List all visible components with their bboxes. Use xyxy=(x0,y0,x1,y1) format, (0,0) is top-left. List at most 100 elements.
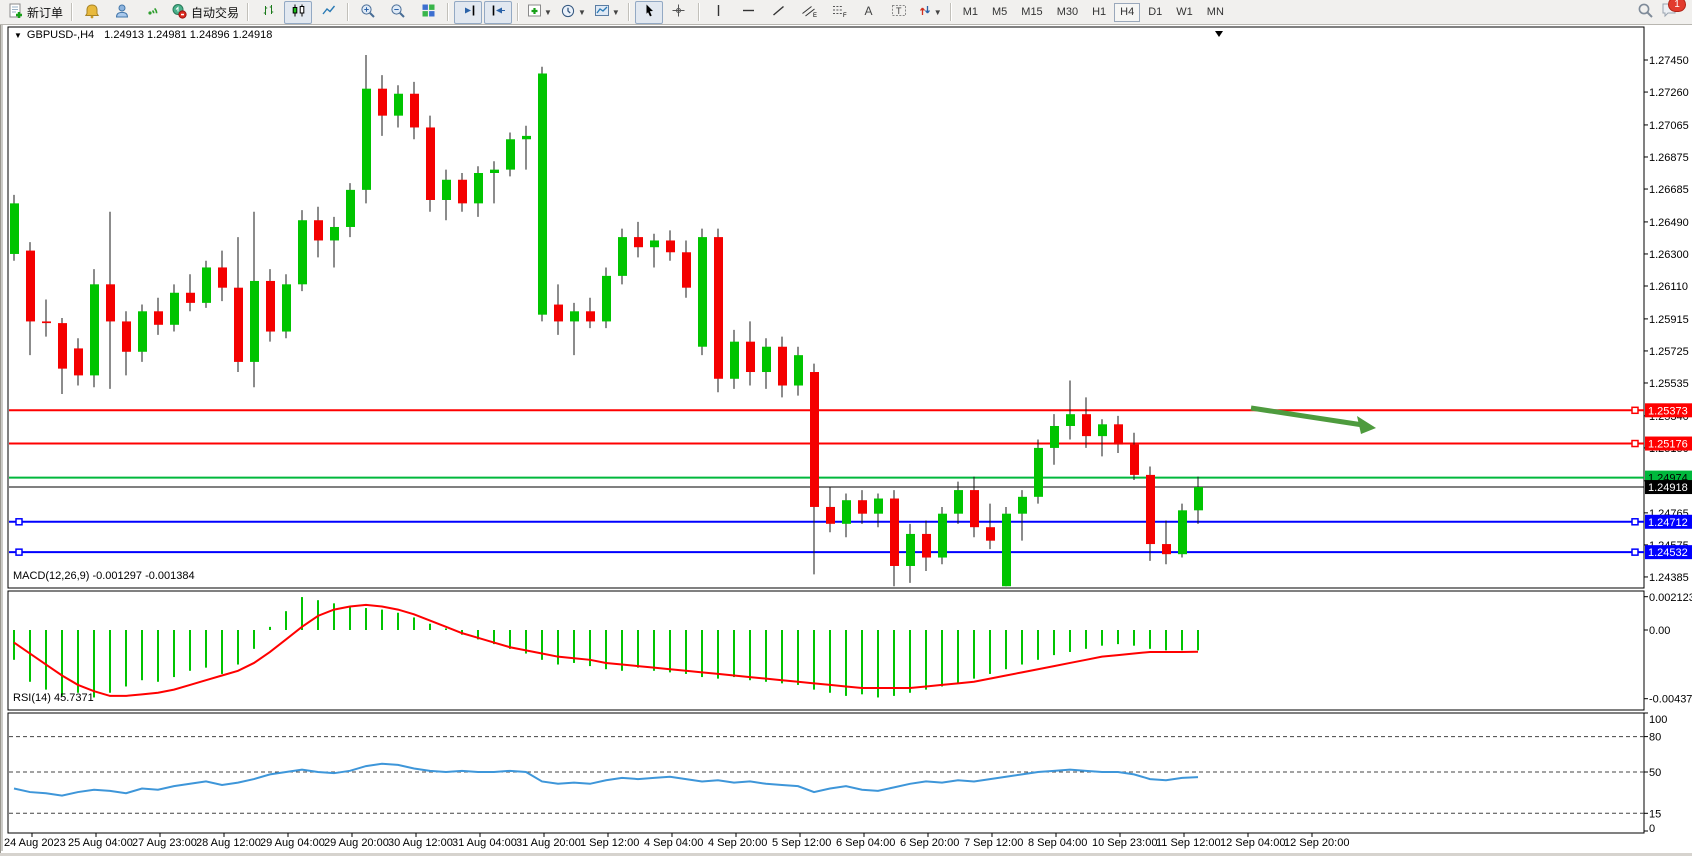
periods-button[interactable]: ▼ xyxy=(557,1,589,24)
line-handle[interactable] xyxy=(1632,441,1638,447)
candle-body xyxy=(730,342,739,379)
timeframe-m30[interactable]: M30 xyxy=(1051,3,1084,22)
candle-body xyxy=(1194,487,1203,510)
macd-axis-label: 0.00 xyxy=(1649,625,1670,637)
line-handle[interactable] xyxy=(16,549,22,555)
crosshair-button[interactable] xyxy=(665,1,693,24)
candle-body xyxy=(858,500,867,513)
macd-panel[interactable] xyxy=(8,591,1644,710)
trendline-button[interactable] xyxy=(765,1,793,24)
candle-body xyxy=(842,500,851,524)
chart-shift-button[interactable] xyxy=(484,1,512,24)
timeframe-d1[interactable]: D1 xyxy=(1142,3,1168,22)
candle-body xyxy=(26,251,35,322)
symbol-dropdown-icon[interactable]: ▼ xyxy=(14,31,22,40)
candle-body xyxy=(490,170,499,173)
cursor-button[interactable] xyxy=(635,1,663,24)
line-handle[interactable] xyxy=(1632,549,1638,555)
chart-canvas[interactable]: 1.274501.272601.270651.268751.266851.264… xyxy=(1,25,1692,853)
candle-body xyxy=(426,127,435,200)
date-axis-label: 10 Sep 23:00 xyxy=(1092,837,1157,849)
person-cloud-icon xyxy=(114,3,130,22)
vertical-line-button[interactable] xyxy=(705,1,733,24)
new-order-button[interactable]: 新订单 xyxy=(5,1,66,24)
candle-body xyxy=(474,173,483,203)
tile-windows-button[interactable] xyxy=(414,1,442,24)
notification-badge: 1 xyxy=(1668,0,1686,12)
svg-text:T: T xyxy=(896,6,902,16)
chart-title: ▼ GBPUSD-,H4 1.24913 1.24981 1.24896 1.2… xyxy=(14,29,272,41)
candle-body xyxy=(1082,414,1091,436)
candle-body xyxy=(122,321,131,351)
candle-body xyxy=(90,284,99,375)
date-axis-label: 29 Aug 04:00 xyxy=(260,837,325,849)
candle-body xyxy=(314,220,323,240)
line-handle[interactable] xyxy=(1632,407,1638,413)
date-axis-label: 8 Sep 04:00 xyxy=(1028,837,1087,849)
candlestick-chart-button[interactable] xyxy=(284,1,312,24)
template-icon xyxy=(594,3,610,21)
price-axis-label: 1.26875 xyxy=(1649,152,1689,164)
candle-body xyxy=(890,499,899,566)
candle-body xyxy=(586,311,595,321)
candle-body xyxy=(634,237,643,247)
date-axis-label: 11 Sep 12:00 xyxy=(1156,837,1221,849)
svg-text:A: A xyxy=(865,4,873,18)
timeframe-h4[interactable]: H4 xyxy=(1114,3,1140,22)
date-axis-label: 5 Sep 12:00 xyxy=(772,837,831,849)
bar-chart-button[interactable] xyxy=(254,1,282,24)
auto-scroll-button[interactable] xyxy=(454,1,482,24)
rsi-panel[interactable] xyxy=(8,713,1644,833)
horizontal-line-button[interactable] xyxy=(735,1,763,24)
price-axis-label: 1.26685 xyxy=(1649,184,1689,196)
notifications-button[interactable]: 1 xyxy=(1660,1,1678,23)
candle-body xyxy=(970,490,979,527)
arrows-tool-button[interactable]: ▼ xyxy=(915,1,945,24)
chart-shift-icon xyxy=(491,3,506,21)
text-label-icon: T xyxy=(891,3,907,21)
candle-body xyxy=(74,348,83,375)
indicators-button[interactable]: ▼ xyxy=(524,1,555,24)
price-axis-label: 1.26110 xyxy=(1649,281,1688,293)
templates-button[interactable]: ▼ xyxy=(591,1,623,24)
fibonacci-button[interactable]: F xyxy=(825,1,853,24)
autotrading-button[interactable]: 自动交易 xyxy=(168,1,242,24)
chevron-down-icon: ▼ xyxy=(934,8,942,17)
vertical-line-icon xyxy=(712,3,725,21)
zoom-in-button[interactable] xyxy=(354,1,382,24)
search-button[interactable] xyxy=(1631,1,1659,24)
timeframe-m1[interactable]: M1 xyxy=(957,3,984,22)
price-axis-label: 1.27260 xyxy=(1649,87,1689,99)
candle-body xyxy=(1162,544,1171,554)
price-badge-1.25373: 1.25373 xyxy=(1648,405,1688,417)
zoom-out-button[interactable] xyxy=(384,1,412,24)
timeframe-mn[interactable]: MN xyxy=(1201,3,1230,22)
date-axis-label: 4 Sep 04:00 xyxy=(644,837,703,849)
candle-body xyxy=(602,276,611,322)
line-handle[interactable] xyxy=(1632,519,1638,525)
timeframe-m5[interactable]: M5 xyxy=(986,3,1013,22)
line-handle[interactable] xyxy=(16,519,22,525)
timeframe-h1[interactable]: H1 xyxy=(1086,3,1112,22)
chart-window[interactable]: 1.274501.272601.270651.268751.266851.264… xyxy=(0,25,1692,853)
community-button[interactable] xyxy=(108,1,136,24)
equidistant-channel-button[interactable]: E xyxy=(795,1,823,24)
text-label-button[interactable]: T xyxy=(885,1,913,24)
autotrading-icon xyxy=(171,3,188,22)
timeframe-m15[interactable]: M15 xyxy=(1015,3,1048,22)
timeframe-w1[interactable]: W1 xyxy=(1170,3,1199,22)
price-axis-label: 1.27065 xyxy=(1649,120,1689,132)
candle-body xyxy=(650,240,659,247)
candle-body xyxy=(810,372,819,507)
candlestick-chart-icon xyxy=(291,3,306,21)
candle-body xyxy=(378,89,387,116)
candle-body xyxy=(762,347,771,372)
candle-body xyxy=(1018,497,1027,514)
line-chart-icon xyxy=(321,3,336,21)
signals-button[interactable] xyxy=(138,1,166,24)
bell-icon xyxy=(84,3,100,22)
line-chart-button[interactable] xyxy=(314,1,342,24)
svg-text:E: E xyxy=(813,13,817,18)
text-button[interactable]: A xyxy=(855,1,883,24)
bell-button[interactable] xyxy=(78,1,106,24)
